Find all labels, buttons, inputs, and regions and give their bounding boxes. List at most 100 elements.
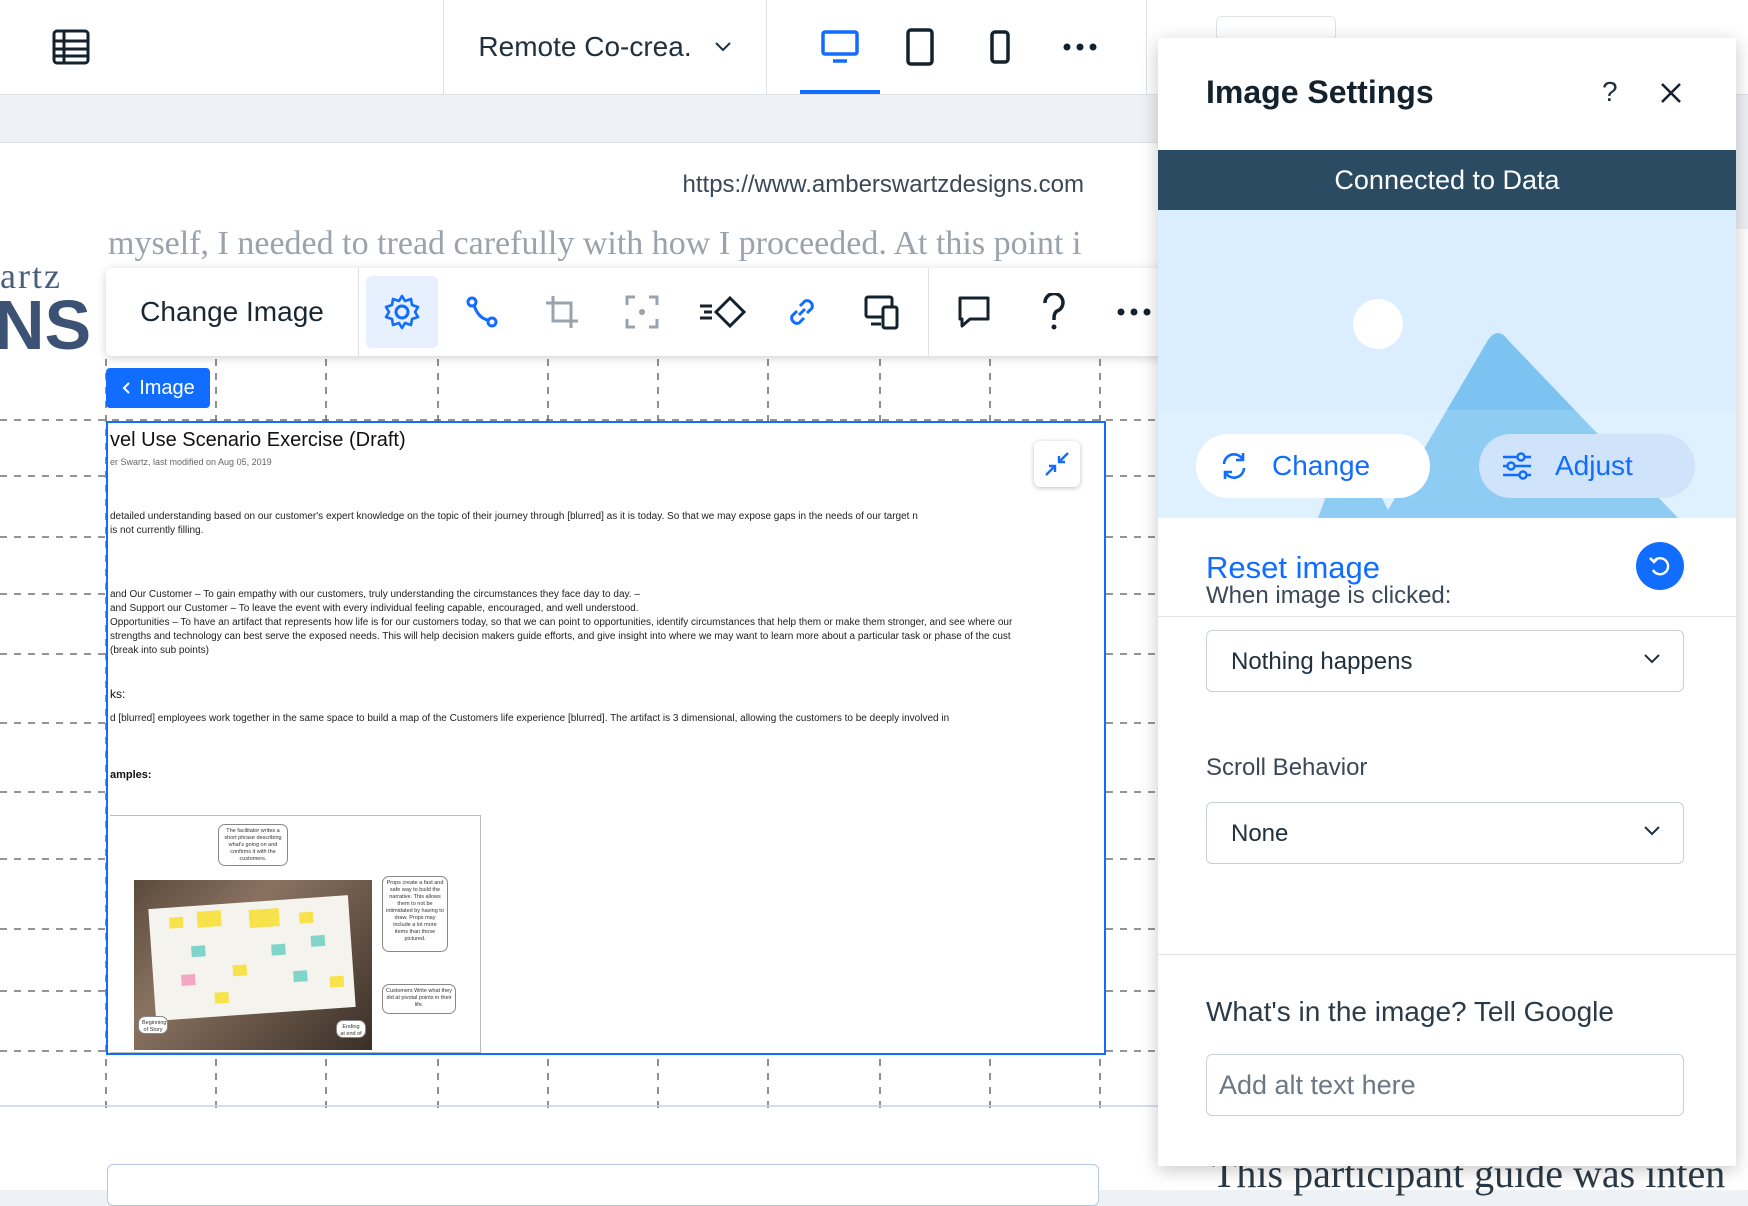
doc-examples-heading: amples:: [110, 769, 152, 781]
toolbar-separator: [928, 268, 929, 356]
chevron-down-icon: [1644, 826, 1660, 836]
more-options-button[interactable]: [1040, 0, 1120, 94]
doc-goal-line: (break into sub points): [110, 645, 209, 656]
change-image-button[interactable]: Change Image: [106, 268, 359, 356]
annotation-bubble: The facilitator writes a short phrase de…: [218, 824, 288, 866]
change-image-label: Change Image: [140, 296, 324, 327]
sticky-note: [191, 945, 206, 958]
settings-button[interactable]: [366, 276, 438, 348]
alt-text-label: What's in the image? Tell Google: [1206, 996, 1614, 1027]
device-switcher: [766, 0, 1147, 94]
change-label: Change: [1272, 450, 1371, 481]
annotation-bubble: Ending at end of story: [336, 1020, 366, 1044]
doc-goal-line: and Our Customer – To gain empathy with …: [110, 589, 640, 600]
crop-icon: [546, 296, 578, 328]
site-url-bar: https://www.amberswartzdesigns.com: [0, 142, 1160, 230]
sliders-icon: [1503, 452, 1531, 480]
scroll-behavior-value: None: [1231, 820, 1289, 847]
doc-meta: er Swartz, last modified on Aug 05, 2019: [110, 457, 272, 467]
annotation-bubble: Beginning of Story: [138, 1016, 168, 1034]
undo-icon: [1649, 557, 1670, 576]
link-icon: [790, 299, 814, 325]
panel-title: Image Settings: [1206, 74, 1434, 110]
tablet-icon: [906, 28, 934, 66]
sticky-note: [310, 934, 326, 947]
gear-icon: [384, 294, 420, 330]
adjust-label: Adjust: [1555, 450, 1633, 481]
doc-tasks-line: d [blurred] employees work together in t…: [110, 713, 950, 724]
animation-button[interactable]: [446, 276, 518, 348]
desktop-icon: [821, 30, 859, 63]
scroll-behavior-dropdown[interactable]: None: [1206, 802, 1684, 864]
adjust-image-pill-button[interactable]: Adjust: [1479, 434, 1695, 498]
chevron-left-icon: [122, 382, 130, 394]
layout-button[interactable]: [846, 276, 918, 348]
sticky-note: [196, 910, 222, 928]
comment-button[interactable]: [938, 276, 1010, 348]
canvas-right-edge: [1736, 229, 1748, 1190]
question-icon: [1043, 293, 1065, 330]
click-behavior-value: Nothing happens: [1231, 648, 1413, 675]
collapse-image-button[interactable]: [1034, 441, 1080, 487]
below-content-box: [107, 1164, 1099, 1206]
mobile-icon: [990, 30, 1010, 64]
image-settings-panel: Image Settings ? Connected to Data Chang…: [1158, 38, 1736, 1166]
comment-icon: [958, 296, 990, 328]
annotation-bubble: Props create a fast and safe way to buil…: [382, 876, 448, 952]
sticky-note: [293, 970, 308, 983]
crop-button[interactable]: [526, 276, 598, 348]
sticky-note: [248, 908, 280, 929]
mobile-view-button[interactable]: [960, 0, 1040, 94]
banner-label: Connected to Data: [1334, 164, 1560, 195]
site-url: https://www.amberswartzdesigns.com: [682, 171, 1084, 198]
element-breadcrumb-tag[interactable]: Image: [106, 368, 210, 408]
animate-button[interactable]: [686, 276, 758, 348]
sticky-note: [181, 974, 196, 986]
doc-goal-line: and Support our Customer – To leave the …: [110, 603, 639, 614]
selected-image[interactable]: vel Use Scenario Exercise (Draft) er Swa…: [106, 421, 1106, 1055]
sticky-note: [232, 964, 248, 977]
motion-diamond-icon: [700, 295, 746, 329]
chevron-down-icon: [714, 42, 731, 52]
sticky-note: [329, 975, 345, 988]
focal-point-button[interactable]: [606, 276, 678, 348]
image-floating-toolbar: Change Image: [106, 268, 1166, 356]
click-behavior-dropdown[interactable]: Nothing happens: [1206, 630, 1684, 692]
doc-tasks-heading: ks:: [110, 687, 126, 701]
collapse-arrows-icon: [1045, 452, 1069, 476]
reset-image-button[interactable]: [1636, 542, 1684, 590]
more-horizontal-icon: [1063, 43, 1097, 51]
table-icon[interactable]: [52, 29, 90, 65]
click-behavior-label: When image is clicked:: [1206, 582, 1452, 609]
doc-paragraph-line: is not currently filling.: [110, 525, 204, 536]
refresh-icon: [1222, 453, 1246, 479]
image-preview: Change Adjust: [1158, 210, 1736, 518]
link-button[interactable]: [766, 276, 838, 348]
focal-point-icon: [625, 295, 659, 329]
change-image-pill-button[interactable]: Change: [1196, 434, 1430, 498]
page-selector[interactable]: Remote Co-crea.: [444, 0, 767, 94]
curve-path-icon: [466, 296, 498, 328]
scroll-behavior-label: Scroll Behavior: [1206, 754, 1368, 781]
sticky-note: [298, 911, 314, 924]
journey-map-poster: [148, 895, 356, 1021]
doc-example-figure: The facilitator writes a short phrase de…: [110, 815, 481, 1053]
annotation-bubble: Customers Write what they did at pivotal…: [382, 984, 456, 1014]
alt-text-input[interactable]: [1206, 1054, 1684, 1116]
tablet-view-button[interactable]: [880, 0, 960, 94]
help-button[interactable]: [1018, 276, 1090, 348]
section-divider: [1158, 954, 1736, 955]
sticky-note: [271, 943, 286, 956]
sticky-note: [168, 916, 184, 929]
close-icon[interactable]: [1656, 78, 1686, 108]
doc-title: vel Use Scenario Exercise (Draft): [110, 429, 406, 451]
desktop-view-button[interactable]: [800, 0, 880, 94]
more-horizontal-icon: [1117, 308, 1151, 316]
panel-help-button[interactable]: ?: [1602, 76, 1618, 108]
reset-image-link[interactable]: Reset image: [1206, 550, 1380, 586]
page-selector-label: Remote Co-crea.: [478, 31, 692, 62]
doc-goal-line: strengths and technology can best serve …: [110, 631, 1011, 642]
chevron-down-icon: [1644, 654, 1660, 664]
connected-to-data-banner: Connected to Data: [1158, 150, 1736, 210]
doc-paragraph-line: detailed understanding based on our cust…: [110, 511, 918, 522]
